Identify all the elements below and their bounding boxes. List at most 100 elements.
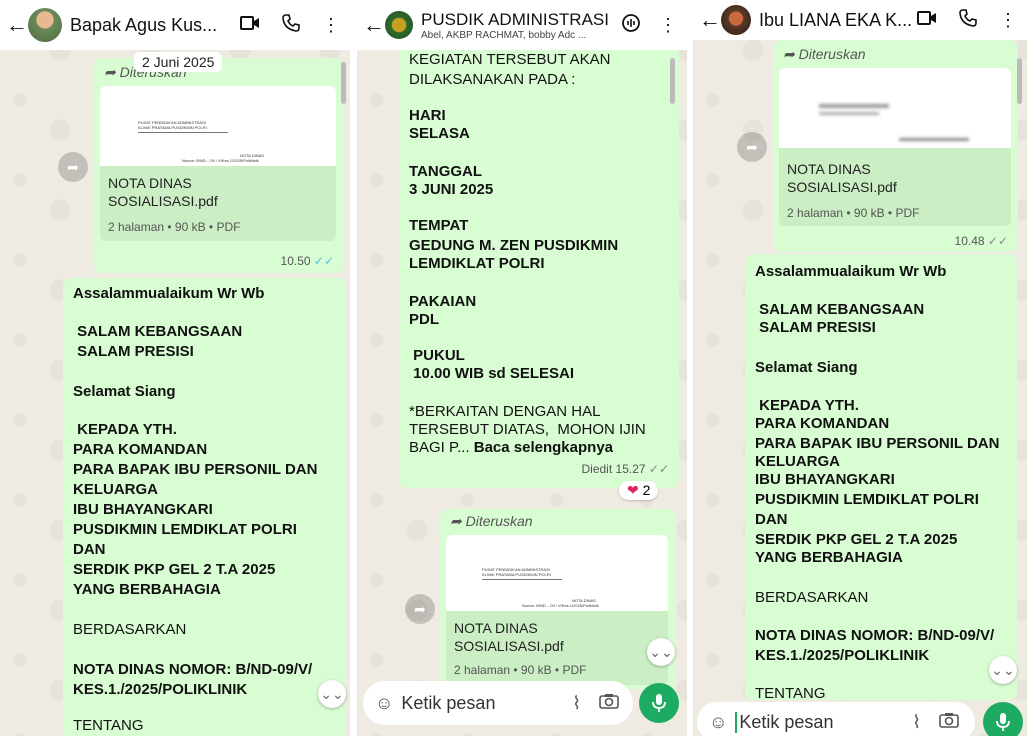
message-time: 10.48 [954,234,985,248]
emoji-icon[interactable]: ☺ [709,712,727,733]
chat-header: ← PUSDIK ADMINISTRASI Abel, AKBP RACHMAT… [357,0,687,50]
voice-chat-icon[interactable] [621,13,641,38]
document-preview: PUSAT PENDIDIKAN ADMINISTRASI KLINIK PRA… [446,535,668,611]
message-bubble[interactable]: Assalammualaikum Wr Wb SALAM KEBANGSAAN … [63,278,346,736]
message-line: DILAKSANAKAN PADA : [409,71,576,88]
menu-icon[interactable]: ⋮ [999,10,1017,31]
forward-button[interactable]: ➦ [737,132,767,162]
scrollbar[interactable] [1017,58,1022,104]
read-more-link[interactable]: Baca selengkapnya [470,439,613,456]
forward-icon: ➦ [104,64,116,80]
phone-icon[interactable] [282,13,300,37]
message-line: SERDIK PKP GEL 2 T.A 2025 [73,561,276,578]
back-arrow-icon[interactable]: ← [699,7,721,33]
menu-icon[interactable]: ⋮ [659,15,677,36]
preview-text: KLINIK PRATAMA PUSDIKMIN POLRI [138,125,207,130]
message-line: IBU BHAYANGKARI [755,471,895,488]
message-time: 10.50 [280,254,311,268]
message-line: DAN [755,511,788,528]
back-arrow-icon[interactable]: ← [363,12,385,38]
mic-button[interactable] [639,683,679,723]
message-line: KEPADA YTH. [755,397,859,414]
date-chip: 2 Juni 2025 [134,52,223,72]
document-preview: PUSAT PENDIDIKAN ADMINISTRASI KLINIK PRA… [100,86,336,166]
document-name: NOTA DINAS SOSIALISASI.pdf [454,620,564,654]
heart-icon: ❤ [627,482,639,498]
forwarded-document-bubble[interactable]: ➦ Diteruskan PUSAT PENDIDIKAN ADMINISTRA… [94,58,344,273]
scroll-down-button[interactable]: ⌄⌄ [989,656,1017,684]
document-card[interactable]: NOTA DINAS SOSIALISASI.pdf 2 halaman • 9… [779,68,1011,226]
forwarded-document-bubble[interactable]: ➦ Diteruskan NOTA DINAS SOSIALISASI.pdf … [773,40,1018,252]
message-line: GEDUNG M. ZEN PUSDIKMIN [409,237,619,254]
message-line: KELUARGA [73,481,158,498]
scroll-down-button[interactable]: ⌄⌄ [318,680,346,708]
chat-header: ← Bapak Agus Kus... ⋮ [0,0,350,50]
preview-text: KLINIK PRATAMA PUSDIKMIN POLRI [482,572,551,577]
message-bubble[interactable]: KEGIATAN TERSEBUT AKAN DILAKSANAKAN PADA… [399,40,679,488]
menu-icon[interactable]: ⋮ [322,15,340,36]
message-line: YANG BERBAHAGIA [755,549,903,566]
mic-button[interactable] [983,702,1023,736]
message-line: KEPADA YTH. [73,421,177,438]
chat-title[interactable]: Bapak Agus Kus... [70,15,240,36]
document-preview [779,68,1011,148]
message-line: KEGIATAN TERSEBUT AKAN [409,51,611,68]
edited-time: Diedit 15.27 [581,462,646,476]
chat-title[interactable]: PUSDIK ADMINISTRASI [421,10,621,30]
group-avatar[interactable] [385,11,413,39]
forwarded-document-bubble[interactable]: ➦ Diteruskan PUSAT PENDIDIKAN ADMINISTRA… [440,509,676,689]
camera-icon[interactable] [939,712,959,733]
attach-icon[interactable]: ⌇ [572,693,581,714]
reaction-badge[interactable]: ❤ 2 [619,481,659,500]
message-line: PARA BAPAK IBU PERSONIL DAN [73,461,318,478]
message-line: PARA KOMANDAN [73,441,208,458]
message-line: PARA KOMANDAN [755,415,890,432]
chat-header: ← Ibu LIANA EKA K... ⋮ [693,0,1027,40]
forward-icon: ➦ [783,46,795,62]
emoji-icon[interactable]: ☺ [375,693,393,714]
back-arrow-icon[interactable]: ← [6,12,28,38]
message-line: HARI [409,107,446,124]
message-bubble[interactable]: Assalammualaikum Wr Wb SALAM KEBANGSAAN … [745,254,1017,702]
message-input-bar[interactable]: ☺ Ketik pesan ⌇ [363,681,633,725]
video-call-icon[interactable] [917,10,937,31]
message-line: KELUARGA [755,453,840,470]
phone-icon[interactable] [959,8,977,32]
chat-title[interactable]: Ibu LIANA EKA K... [759,10,917,31]
message-line: TANGGAL [409,163,483,180]
double-check-icon: ✓✓ [313,254,334,268]
preview-text: Nomor: B/ND – 09 / V/Kes.1/2025/Poliklin… [182,158,259,163]
chat-members: Abel, AKBP RACHMAT, bobby Adc ... [421,29,587,41]
message-input-bar[interactable]: ☺ Ketik pesan ⌇ [697,702,975,736]
document-card[interactable]: PUSAT PENDIDIKAN ADMINISTRASI KLINIK PRA… [100,86,336,241]
document-name: NOTA DINAS SOSIALISASI.pdf [108,175,218,209]
message-line: 3 JUNI 2025 [409,181,494,198]
message-line: PARA BAPAK IBU PERSONIL DAN [755,435,1000,452]
avatar[interactable] [28,8,62,42]
forward-icon: ➦ [450,513,462,529]
message-line: SALAM PRESISI [755,319,876,336]
double-check-icon: ✓✓ [648,462,669,476]
message-line: *BERKAITAN DENGAN HAL [409,403,601,420]
message-line: TENTANG [755,685,826,702]
message-line: BERDASARKAN [755,589,869,606]
attach-icon[interactable]: ⌇ [912,712,921,733]
camera-icon[interactable] [599,693,619,714]
forward-button[interactable]: ➦ [405,594,435,624]
chat-panel-agus: ← Bapak Agus Kus... ⋮ 2 Juni 2025 ➦ Dite… [0,0,350,736]
message-line: LEMDIKLAT POLRI [409,255,545,272]
document-meta: 2 halaman • 90 kB • PDF [108,220,241,234]
document-card[interactable]: PUSAT PENDIDIKAN ADMINISTRASI KLINIK PRA… [446,535,668,685]
document-name: NOTA DINAS SOSIALISASI.pdf [787,161,897,195]
message-line: SALAM KEBANGSAAN [73,323,243,340]
forward-button[interactable]: ➦ [58,152,88,182]
avatar[interactable] [721,5,751,35]
video-call-icon[interactable] [240,15,260,36]
forward-label: Diteruskan [798,46,866,62]
message-input[interactable]: Ketik pesan [401,693,572,714]
message-input[interactable]: Ketik pesan [735,711,912,733]
preview-text: Nomor: B/ND – 09 / V/Kes.1/2025/Poliklin… [522,603,599,608]
scrollbar[interactable] [670,58,675,104]
scrollbar[interactable] [341,62,346,104]
scroll-down-button[interactable]: ⌄⌄ [647,638,675,666]
